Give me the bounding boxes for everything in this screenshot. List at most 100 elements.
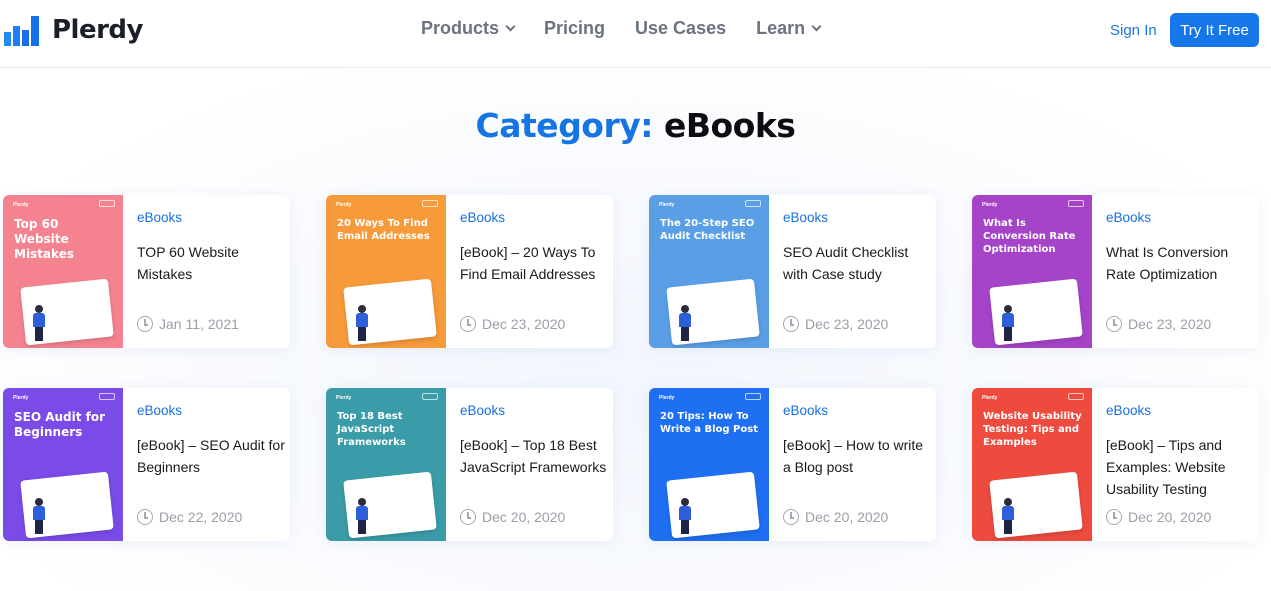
cover-title: Website Usability Testing: Tips and Exam…	[983, 411, 1082, 448]
post-date: Dec 23, 2020	[1106, 316, 1211, 332]
post-date: Dec 22, 2020	[137, 509, 242, 525]
ebook-card[interactable]: Plerdy 20 Ways To Find Email Addresses eBo…	[326, 195, 613, 348]
try-it-free-button[interactable]: Try It Free	[1170, 13, 1259, 47]
cover-logo: Plerdy	[982, 202, 998, 208]
cover-title: Top 18 Best JavaScript Frameworks	[337, 411, 406, 448]
clock-icon	[137, 509, 153, 525]
category-link[interactable]: eBooks	[1106, 210, 1151, 225]
cover-badge	[1068, 200, 1084, 207]
cover-logo: Plerdy	[13, 202, 29, 208]
nav-products[interactable]: Products	[421, 18, 516, 39]
ebook-title-link[interactable]: [eBook] – Tips and Examples: Website Usa…	[1106, 434, 1256, 500]
post-date-text: Dec 23, 2020	[805, 316, 889, 332]
ebook-cover-image[interactable]: Plerdy Top 18 Best JavaScript Frameworks	[326, 388, 446, 541]
plerdy-logo[interactable]: Plerdy	[4, 12, 143, 48]
nav-learn-label: Learn	[756, 18, 806, 38]
cover-person-illustration	[33, 305, 45, 341]
ebook-card-meta: eBooks [eBook] – Tips and Examples: Websi…	[1106, 388, 1256, 541]
clock-icon	[460, 509, 476, 525]
page-title: Category: eBooks	[0, 106, 1271, 145]
cover-badge	[99, 200, 115, 207]
ebook-card[interactable]: Plerdy What Is Conversion Rate Optimizati…	[972, 195, 1259, 348]
post-date-text: Dec 23, 2020	[482, 316, 566, 332]
category-link[interactable]: eBooks	[1106, 403, 1151, 418]
post-date-text: Dec 22, 2020	[159, 509, 243, 525]
post-date: Dec 20, 2020	[1106, 509, 1211, 525]
sign-in-link[interactable]: Sign In	[1110, 22, 1157, 39]
clock-icon	[1106, 316, 1122, 332]
ebook-cover-image[interactable]: Plerdy 20 Tips: How To Write a Blog Post	[649, 388, 769, 541]
ebook-title-link[interactable]: SEO Audit Checklist with Case study	[783, 241, 933, 285]
nav-pricing[interactable]: Pricing	[544, 18, 605, 39]
ebook-title-link[interactable]: [eBook] – SEO Audit for Beginners	[137, 434, 287, 478]
ebook-card[interactable]: Plerdy 20 Tips: How To Write a Blog Post e…	[649, 388, 936, 541]
ebook-card[interactable]: Plerdy Website Usability Testing: Tips an…	[972, 388, 1259, 541]
clock-icon	[137, 316, 153, 332]
ebook-cover-image[interactable]: Plerdy What Is Conversion Rate Optimizati…	[972, 195, 1092, 348]
ebook-card-meta: eBooks [eBook] – 20 Ways To Find Email Ad…	[460, 195, 610, 348]
cover-logo: Plerdy	[659, 395, 675, 401]
post-date: Dec 23, 2020	[783, 316, 888, 332]
ebook-card-meta: eBooks SEO Audit Checklist with Case stud…	[783, 195, 933, 348]
cover-title: 20 Tips: How To Write a Blog Post	[660, 411, 758, 435]
ebook-title-link[interactable]: What Is Conversion Rate Optimization	[1106, 241, 1256, 285]
cover-badge	[422, 200, 438, 207]
cover-badge	[1068, 393, 1084, 400]
category-link[interactable]: eBooks	[783, 403, 828, 418]
ebook-card[interactable]: Plerdy Top 18 Best JavaScript Frameworks e…	[326, 388, 613, 541]
cover-person-illustration	[356, 498, 368, 534]
ebook-cover-image[interactable]: Plerdy Top 60 Website Mistakes	[3, 195, 123, 348]
ebook-card[interactable]: Plerdy SEO Audit for Beginners eBooks [eBoo…	[3, 388, 290, 541]
ebook-cover-image[interactable]: Plerdy SEO Audit for Beginners	[3, 388, 123, 541]
category-link[interactable]: eBooks	[137, 403, 182, 418]
chevron-down-icon	[811, 21, 822, 32]
clock-icon	[1106, 509, 1122, 525]
ebook-card-meta: eBooks [eBook] – How to write a Blog post…	[783, 388, 933, 541]
ebook-cover-image[interactable]: Plerdy Website Usability Testing: Tips an…	[972, 388, 1092, 541]
ebook-title-link[interactable]: TOP 60 Website Mistakes	[137, 241, 287, 285]
cover-title: 20 Ways To Find Email Addresses	[337, 218, 430, 242]
ebook-card[interactable]: Plerdy The 20-Step SEO Audit Checklist eBo…	[649, 195, 936, 348]
post-date-text: Dec 23, 2020	[1128, 316, 1212, 332]
nav-use-cases[interactable]: Use Cases	[635, 18, 726, 39]
ebook-cover-image[interactable]: Plerdy 20 Ways To Find Email Addresses	[326, 195, 446, 348]
ebook-title-link[interactable]: [eBook] – How to write a Blog post	[783, 434, 933, 478]
ebook-card-meta: eBooks [eBook] – SEO Audit for Beginners D…	[137, 388, 287, 541]
site-header: Plerdy Products Pricing Use Cases Learn …	[0, 0, 1271, 68]
post-date: Dec 20, 2020	[460, 509, 565, 525]
category-link[interactable]: eBooks	[783, 210, 828, 225]
cover-person-illustration	[679, 305, 691, 341]
cover-title: SEO Audit for Beginners	[14, 410, 106, 439]
post-date-text: Dec 20, 2020	[482, 509, 566, 525]
post-date-text: Dec 20, 2020	[1128, 509, 1212, 525]
clock-icon	[783, 509, 799, 525]
cover-person-illustration	[356, 305, 368, 341]
ebook-title-link[interactable]: [eBook] – Top 18 Best JavaScript Framewo…	[460, 434, 610, 478]
cover-badge	[745, 200, 761, 207]
cover-badge	[745, 393, 761, 400]
cover-logo: Plerdy	[13, 395, 29, 401]
ebook-cover-image[interactable]: Plerdy The 20-Step SEO Audit Checklist	[649, 195, 769, 348]
cover-title: What Is Conversion Rate Optimization	[983, 218, 1076, 255]
cover-person-illustration	[1002, 305, 1014, 341]
nav-products-label: Products	[421, 18, 500, 38]
category-link[interactable]: eBooks	[460, 403, 505, 418]
page-title-prefix: Category:	[475, 106, 654, 145]
cover-logo: Plerdy	[659, 202, 675, 208]
ebook-card-meta: eBooks [eBook] – Top 18 Best JavaScript F…	[460, 388, 610, 541]
ebook-card-meta: eBooks TOP 60 Website Mistakes Jan 11, 202…	[137, 195, 287, 348]
category-link[interactable]: eBooks	[460, 210, 505, 225]
main-nav: Products Pricing Use Cases Learn	[421, 18, 850, 39]
ebook-card[interactable]: Plerdy Top 60 Website Mistakes eBooks TOP 6…	[3, 195, 290, 348]
category-link[interactable]: eBooks	[137, 210, 182, 225]
clock-icon	[460, 316, 476, 332]
cover-logo: Plerdy	[982, 395, 998, 401]
cover-title: The 20-Step SEO Audit Checklist	[660, 218, 755, 242]
post-date: Dec 20, 2020	[783, 509, 888, 525]
cover-person-illustration	[679, 498, 691, 534]
cover-person-illustration	[33, 498, 45, 534]
logo-bars-icon	[4, 16, 39, 46]
nav-learn[interactable]: Learn	[756, 18, 822, 39]
ebook-title-link[interactable]: [eBook] – 20 Ways To Find Email Addresse…	[460, 241, 610, 285]
cover-title: Top 60 Website Mistakes	[14, 217, 74, 261]
